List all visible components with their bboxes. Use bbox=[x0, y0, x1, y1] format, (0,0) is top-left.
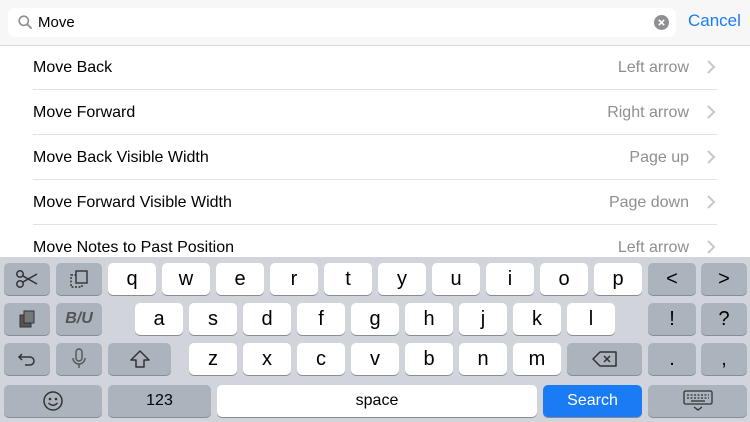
key-e[interactable]: e bbox=[216, 263, 264, 295]
key-q[interactable]: q bbox=[108, 263, 156, 295]
scissors-icon bbox=[16, 270, 38, 288]
copy-key[interactable] bbox=[56, 263, 102, 295]
search-field[interactable] bbox=[8, 8, 676, 37]
cut-key[interactable] bbox=[4, 263, 50, 295]
key-b[interactable]: b bbox=[405, 343, 453, 375]
key-c[interactable]: c bbox=[297, 343, 345, 375]
results-list: Move Back Left arrow Move Forward Right … bbox=[0, 45, 750, 270]
chevron-right-icon bbox=[707, 150, 716, 164]
key-u[interactable]: u bbox=[432, 263, 480, 295]
key-left-arrow[interactable]: < bbox=[648, 263, 696, 295]
search-bar: Cancel bbox=[0, 0, 750, 46]
key-question[interactable]: ? bbox=[701, 303, 747, 335]
result-shortcut: Page down bbox=[608, 194, 689, 211]
cancel-button[interactable]: Cancel bbox=[688, 11, 741, 31]
search-key[interactable]: Search bbox=[543, 385, 642, 417]
result-row[interactable]: Move Back Left arrow bbox=[33, 45, 717, 90]
paste-key[interactable] bbox=[4, 303, 50, 335]
microphone-icon bbox=[72, 348, 86, 368]
emoji-icon bbox=[43, 391, 63, 411]
key-o[interactable]: o bbox=[540, 263, 588, 295]
key-comma[interactable]: , bbox=[701, 343, 747, 375]
key-j[interactable]: j bbox=[459, 303, 507, 335]
undo-key[interactable] bbox=[4, 343, 50, 375]
key-h[interactable]: h bbox=[405, 303, 453, 335]
key-f[interactable]: f bbox=[297, 303, 345, 335]
dismiss-keyboard-key[interactable] bbox=[648, 385, 747, 417]
search-input[interactable] bbox=[38, 8, 648, 37]
key-s[interactable]: s bbox=[189, 303, 237, 335]
result-shortcut: Page up bbox=[629, 149, 689, 166]
result-title: Move Back Visible Width bbox=[33, 149, 209, 166]
result-shortcut: Right arrow bbox=[607, 104, 689, 121]
result-row[interactable]: Move Back Visible Width Page up bbox=[33, 135, 717, 180]
backspace-icon bbox=[591, 351, 617, 367]
copy-icon bbox=[70, 270, 88, 288]
key-a[interactable]: a bbox=[135, 303, 183, 335]
key-k[interactable]: k bbox=[513, 303, 561, 335]
undo-icon bbox=[17, 353, 35, 366]
key-p[interactable]: p bbox=[594, 263, 642, 295]
numbers-key[interactable]: 123 bbox=[108, 385, 211, 417]
biu-key[interactable]: B/U bbox=[56, 303, 102, 335]
chevron-right-icon bbox=[707, 105, 716, 119]
clear-search-icon[interactable] bbox=[654, 15, 669, 30]
key-exclaim[interactable]: ! bbox=[648, 303, 696, 335]
key-w[interactable]: w bbox=[162, 263, 210, 295]
search-icon bbox=[18, 15, 32, 29]
paste-icon bbox=[19, 310, 35, 328]
chevron-right-icon bbox=[707, 195, 716, 209]
shift-key[interactable] bbox=[108, 343, 171, 375]
key-y[interactable]: y bbox=[378, 263, 426, 295]
delete-key[interactable] bbox=[567, 343, 642, 375]
dictation-key[interactable] bbox=[56, 343, 102, 375]
key-v[interactable]: v bbox=[351, 343, 399, 375]
key-z[interactable]: z bbox=[189, 343, 237, 375]
result-shortcut: Left arrow bbox=[617, 59, 689, 76]
key-l[interactable]: l bbox=[567, 303, 615, 335]
chevron-right-icon bbox=[707, 240, 716, 254]
key-i[interactable]: i bbox=[486, 263, 534, 295]
key-right-arrow[interactable]: > bbox=[701, 263, 747, 295]
emoji-key[interactable] bbox=[4, 385, 102, 417]
space-key[interactable]: space bbox=[217, 385, 537, 417]
key-r[interactable]: r bbox=[270, 263, 318, 295]
result-shortcut: Left arrow bbox=[617, 239, 689, 256]
key-g[interactable]: g bbox=[351, 303, 399, 335]
chevron-right-icon bbox=[707, 60, 716, 74]
key-m[interactable]: m bbox=[513, 343, 561, 375]
result-title: Move Back bbox=[33, 59, 113, 76]
key-period[interactable]: . bbox=[648, 343, 696, 375]
key-n[interactable]: n bbox=[459, 343, 507, 375]
result-title: Move Notes to Past Position bbox=[33, 239, 234, 256]
keyboard: q w e r t y u i o p < > B/U a s d f g h … bbox=[0, 257, 750, 422]
key-d[interactable]: d bbox=[243, 303, 291, 335]
keyboard-dismiss-icon bbox=[682, 390, 713, 411]
result-row[interactable]: Move Forward Right arrow bbox=[33, 90, 717, 135]
key-x[interactable]: x bbox=[243, 343, 291, 375]
key-t[interactable]: t bbox=[324, 263, 372, 295]
result-title: Move Forward bbox=[33, 104, 136, 121]
result-title: Move Forward Visible Width bbox=[33, 194, 232, 211]
shift-icon bbox=[129, 350, 150, 368]
result-row[interactable]: Move Forward Visible Width Page down bbox=[33, 180, 717, 225]
